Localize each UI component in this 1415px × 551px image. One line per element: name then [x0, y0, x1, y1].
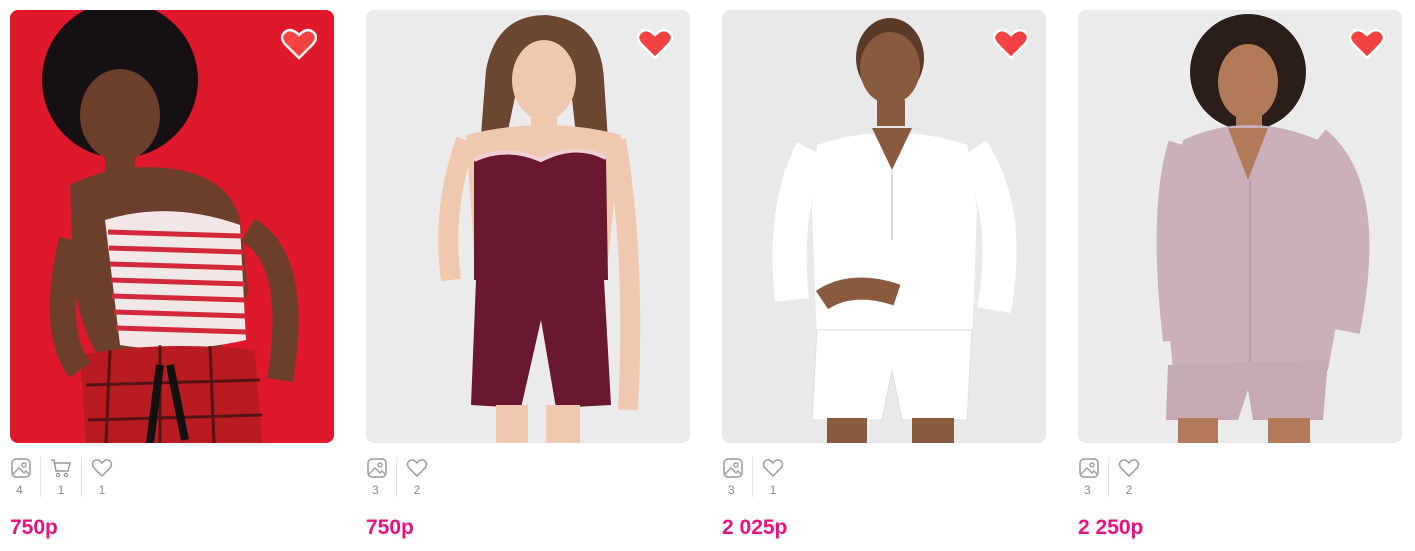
- image-icon: [366, 457, 388, 479]
- product-photo[interactable]: [1078, 10, 1402, 443]
- product-price: 2 025р: [722, 516, 788, 539]
- product-image: [722, 10, 1046, 443]
- likes-count: 2: [1125, 483, 1133, 497]
- image-icon: [10, 457, 32, 479]
- heart-filled-icon: [1349, 28, 1385, 60]
- favorite-button[interactable]: [993, 28, 1029, 60]
- cart-stat: 1: [41, 457, 82, 497]
- likes-stat: 2: [397, 457, 437, 497]
- product-price: 750р: [10, 516, 58, 539]
- likes-count: 2: [413, 483, 421, 497]
- image-icon: [722, 457, 744, 479]
- product-price: 750р: [366, 516, 414, 539]
- favorite-button[interactable]: [281, 28, 317, 60]
- heart-icon: [406, 457, 428, 479]
- photos-stat: 4: [10, 457, 41, 497]
- product-image: [366, 10, 690, 443]
- photos-count: 3: [372, 483, 379, 497]
- product-card[interactable]: 3 2 2 250р: [1078, 10, 1402, 545]
- likes-stat: 1: [753, 457, 793, 497]
- product-photo[interactable]: [366, 10, 690, 443]
- product-grid: 4 1 1 750р 3 2 750р 3 1 2 025р 3 2 2 250…: [0, 0, 1415, 551]
- favorite-button[interactable]: [637, 28, 673, 60]
- product-photo[interactable]: [10, 10, 334, 443]
- photos-stat: 3: [366, 457, 397, 497]
- heart-icon: [1118, 457, 1140, 479]
- image-icon: [1078, 457, 1100, 479]
- product-card[interactable]: 3 2 750р: [366, 10, 690, 545]
- photos-count: 3: [1084, 483, 1091, 497]
- likes-count: 1: [769, 483, 777, 497]
- product-stats: 3 2: [1078, 457, 1149, 497]
- heart-icon: [762, 457, 784, 479]
- cart-icon: [50, 457, 72, 479]
- heart-icon: [91, 457, 113, 479]
- photos-stat: 3: [1078, 457, 1109, 497]
- product-stats: 3 2: [366, 457, 437, 497]
- likes-count: 1: [98, 483, 106, 497]
- product-stats: 4 1 1: [10, 457, 122, 497]
- cart-count: 1: [57, 483, 65, 497]
- heart-filled-icon: [637, 28, 673, 60]
- likes-stat: 1: [82, 457, 122, 497]
- product-card[interactable]: 3 1 2 025р: [722, 10, 1046, 545]
- photos-count: 4: [16, 483, 23, 497]
- product-image: [10, 10, 334, 443]
- heart-filled-icon: [993, 28, 1029, 60]
- product-image: [1078, 10, 1402, 443]
- product-stats: 3 1: [722, 457, 793, 497]
- likes-stat: 2: [1109, 457, 1149, 497]
- product-photo[interactable]: [722, 10, 1046, 443]
- favorite-button[interactable]: [1349, 28, 1385, 60]
- photos-stat: 3: [722, 457, 753, 497]
- photos-count: 3: [728, 483, 735, 497]
- product-card[interactable]: 4 1 1 750р: [10, 10, 334, 545]
- product-price: 2 250р: [1078, 516, 1144, 539]
- heart-outline-icon: [281, 28, 317, 60]
